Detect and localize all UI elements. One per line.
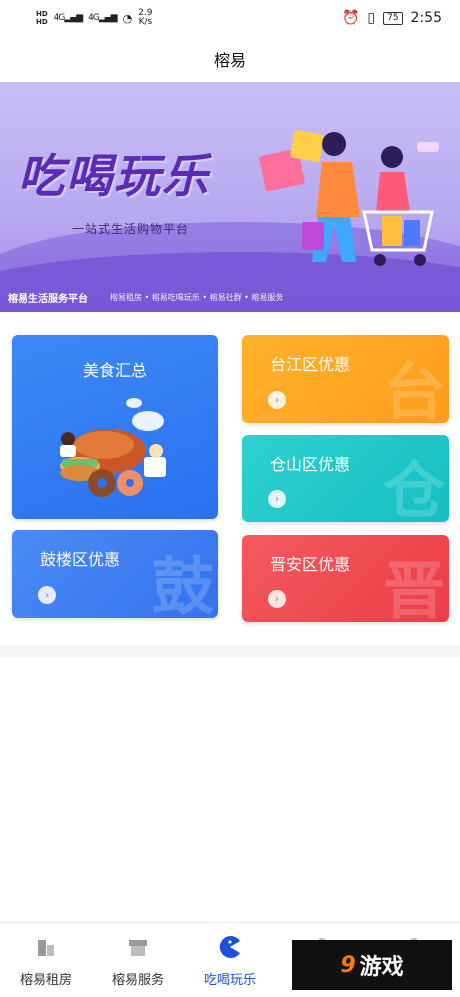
building-icon [34, 935, 58, 959]
banner-subnav: 榕易租房 • 榕易吃喝玩乐 • 榕易社群 • 榕易服务 [110, 293, 284, 302]
speed-unit: K/s [138, 17, 153, 27]
jinan-watermark-char: 晋 [382, 554, 445, 622]
banner-platform: 榕易生活服务平台 [8, 294, 88, 305]
wifi-icon: ◔ [122, 11, 133, 25]
tab-rental[interactable]: 榕易租房 [0, 923, 92, 997]
watermark-number: 9 [340, 952, 356, 978]
alarm-icon: ⏰ [341, 10, 360, 26]
banner-logo: 吃喝玩乐 [18, 149, 210, 203]
taijiang-watermark-char: 台 [382, 355, 445, 423]
cangshan-deals-card[interactable]: 仓山区优惠 仓 › [242, 435, 449, 522]
tab-services-label: 榕易服务 [111, 973, 164, 988]
network-1: 4G [53, 13, 66, 23]
food-summary-card[interactable]: 美食汇总 [12, 335, 218, 519]
app-screen: HD HD 4G▂▄▆ 4G▂▄▆ ◔ 2.9 K/s ⏰ ▯ 75 2:55 … [0, 0, 460, 997]
tab-food-fun-label: 吃喝玩乐 [203, 973, 256, 988]
chevron-right-icon: › [268, 490, 286, 508]
shop-icon [126, 935, 150, 959]
signal-icon: 4G▂▄▆ [53, 13, 83, 23]
hd-indicator: HD HD [36, 10, 48, 26]
status-bar: HD HD 4G▂▄▆ 4G▂▄▆ ◔ 2.9 K/s ⏰ ▯ 75 2:55 [0, 0, 460, 36]
gulou-deals-label: 鼓楼区优惠 [40, 550, 121, 569]
promo-banner[interactable]: 吃喝玩乐 一站式生活购物平台 榕易生活服务平台 榕易租房 • 榕易吃喝玩乐 • … [0, 82, 460, 312]
chevron-right-icon: › [268, 391, 286, 409]
site-watermark: 9 游戏 [292, 940, 452, 990]
taijiang-deals-label: 台江区优惠 [270, 355, 351, 374]
hd-label-1: HD [36, 10, 48, 18]
banner-slogan: 一站式生活购物平台 [72, 222, 190, 236]
jinan-deals-label: 晋安区优惠 [270, 555, 351, 574]
vibrate-icon: ▯ [367, 10, 376, 26]
gulou-deals-card[interactable]: 鼓楼区优惠 鼓 › [12, 530, 218, 618]
page-title: 榕易 [213, 51, 246, 70]
battery-indicator: 75 [383, 11, 403, 25]
tab-food-fun[interactable]: 吃喝玩乐 [184, 923, 276, 997]
jinan-deals-card[interactable]: 晋安区优惠 晋 › [242, 535, 449, 622]
taijiang-deals-card[interactable]: 台江区优惠 台 › [242, 335, 449, 423]
hd-label-2: HD [36, 18, 48, 26]
food-summary-label: 美食汇总 [82, 361, 147, 380]
section-divider [0, 645, 460, 657]
cangshan-watermark-char: 仓 [382, 454, 445, 522]
pacman-icon [218, 935, 242, 959]
gulou-watermark-char: 鼓 [151, 550, 214, 618]
signal-icon-2: 4G▂▄▆ [88, 13, 117, 23]
network-2: 4G [88, 13, 100, 23]
clock: 2:55 [410, 10, 442, 26]
food-illustration-icon [60, 398, 166, 497]
network-speed: 2.9 K/s [138, 9, 152, 27]
watermark-text: 游戏 [359, 955, 404, 980]
chevron-right-icon: › [38, 586, 56, 604]
cangshan-deals-label: 仓山区优惠 [270, 455, 351, 474]
shopping-illustration-icon [259, 130, 439, 266]
chevron-right-icon: › [268, 590, 286, 608]
tab-rental-label: 榕易租房 [19, 973, 72, 988]
tab-services[interactable]: 榕易服务 [92, 923, 184, 997]
